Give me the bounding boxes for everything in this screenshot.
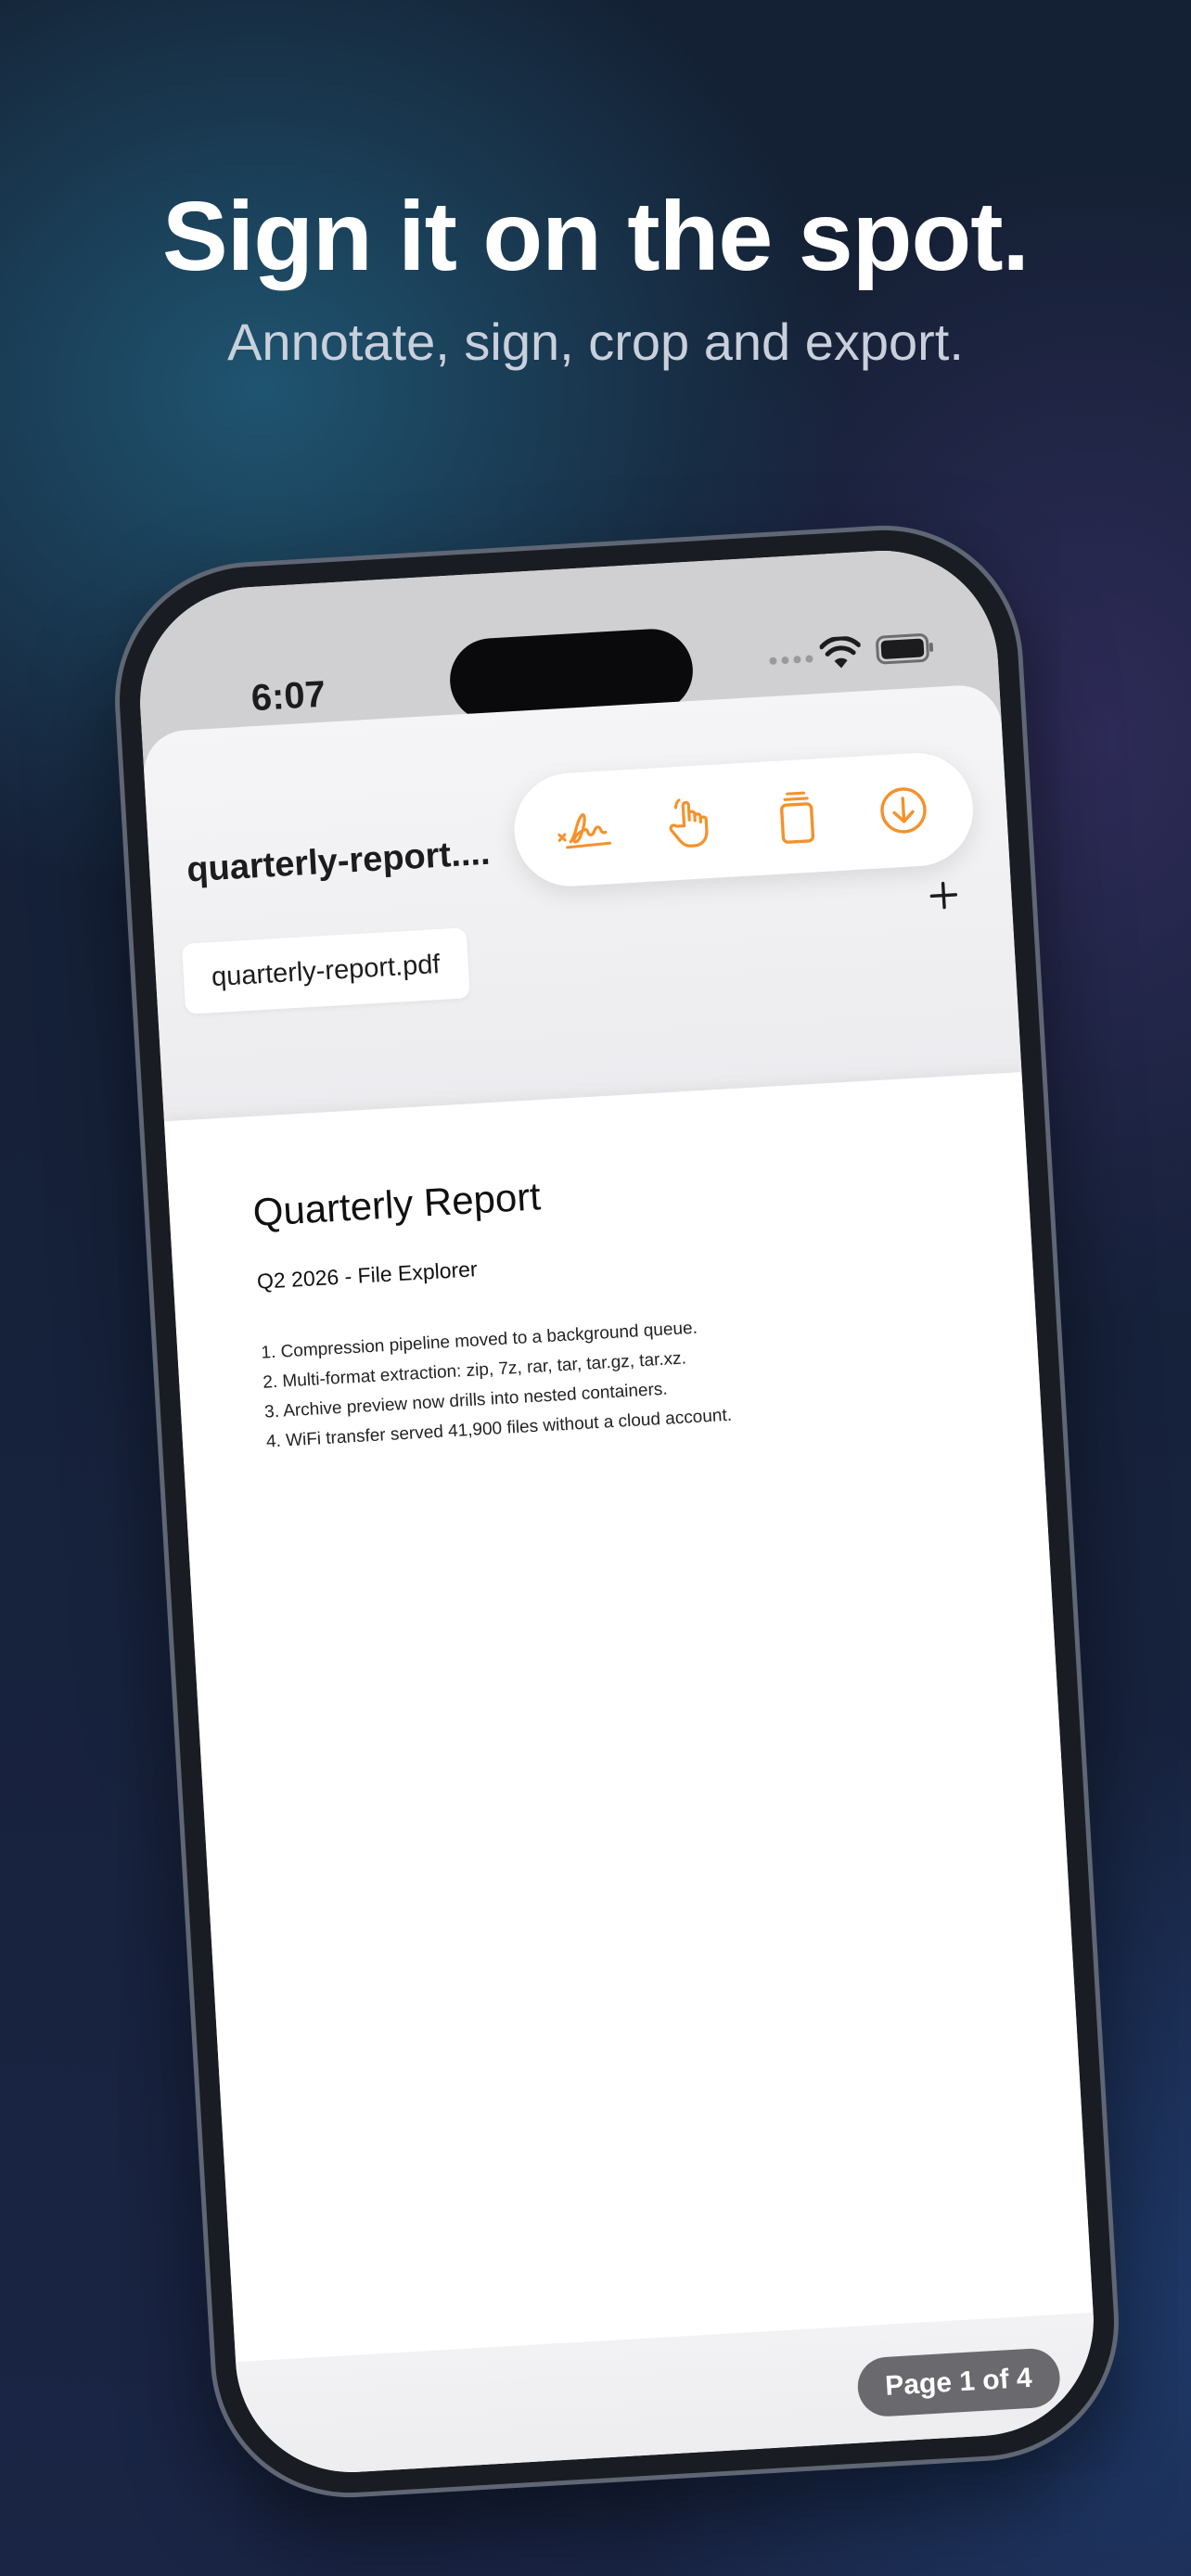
- signature-button[interactable]: [540, 784, 628, 873]
- download-circle-icon: [879, 787, 927, 834]
- phone-frame: 6:07 quarterly-report.... quarterly-repo…: [107, 517, 1127, 2506]
- pdf-page: Quarterly Report Q2 2026 - File Explorer…: [163, 1072, 1094, 2363]
- annotation-toolbar: [511, 749, 977, 890]
- status-time: 6:07: [250, 673, 327, 720]
- wifi-icon: [819, 635, 862, 669]
- hero-title: Sign it on the spot.: [162, 182, 1030, 291]
- cellular-signal-icon: [769, 655, 813, 666]
- hero: Sign it on the spot. Annotate, sign, cro…: [0, 176, 1191, 375]
- viewer-header: quarterly-report.... quarterly-report.pd…: [141, 682, 1022, 1122]
- phone-screen: 6:07 quarterly-report.... quarterly-repo…: [134, 544, 1100, 2479]
- phone-mockup: 6:07 quarterly-report.... quarterly-repo…: [107, 517, 1127, 2506]
- document-list: 1. Compression pipeline moved to a backg…: [261, 1312, 733, 1458]
- stack-copy-icon: [779, 791, 815, 844]
- signature-icon: [557, 813, 612, 849]
- battery-icon: [876, 633, 934, 665]
- phone-bezel: 6:07 quarterly-report.... quarterly-repo…: [111, 522, 1122, 2501]
- hand-tool-button[interactable]: [647, 779, 735, 867]
- document-subtitle: Q2 2026 - File Explorer: [256, 1256, 479, 1294]
- plus-icon: [929, 881, 958, 910]
- hero-subtitle: Annotate, sign, crop and export.: [227, 312, 964, 371]
- export-button[interactable]: [859, 766, 947, 854]
- document-title: Quarterly Report: [251, 1174, 543, 1235]
- nav-title: quarterly-report....: [186, 833, 492, 890]
- add-tab-button[interactable]: [919, 871, 968, 920]
- hand-pointer-icon: [669, 798, 709, 848]
- file-tab[interactable]: quarterly-report.pdf: [181, 927, 470, 1014]
- pages-button[interactable]: [753, 772, 841, 861]
- page-indicator[interactable]: Page 1 of 4: [855, 2347, 1062, 2418]
